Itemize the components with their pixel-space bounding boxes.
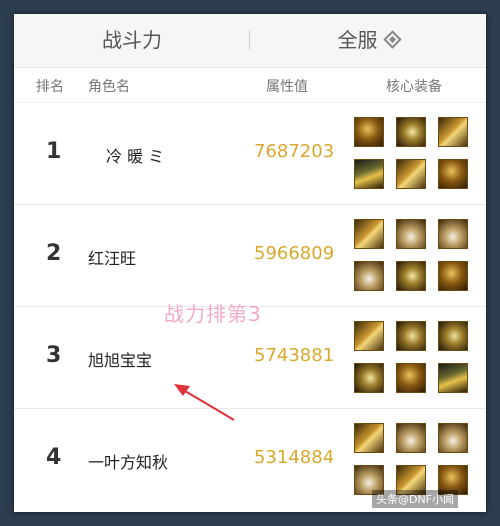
annotation-label: 战力排第3 — [164, 302, 262, 326]
gear-icon[interactable] — [354, 219, 384, 249]
rank-number: 2 — [46, 241, 62, 266]
col-rank: 排名 — [36, 79, 64, 95]
gear-icon[interactable] — [396, 159, 426, 189]
gear-icon[interactable] — [354, 363, 384, 393]
ranking-panel: 战斗力 全服 排名 角色名 属性值 核心装备 1 冷 暖 ミ 7687203 2… — [14, 14, 486, 512]
gear-icon[interactable] — [438, 261, 468, 291]
gear-icon[interactable] — [438, 423, 468, 453]
gear-icon[interactable] — [354, 159, 384, 189]
gear-icon[interactable] — [438, 117, 468, 147]
gear-icon[interactable] — [354, 261, 384, 291]
gear-grid — [354, 117, 470, 193]
tab-combat-power[interactable]: 战斗力 — [14, 14, 250, 67]
gear-grid — [354, 321, 470, 397]
character-name[interactable]: 旭旭宝宝 — [88, 347, 152, 371]
col-name: 角色名 — [88, 79, 130, 95]
rank-number: 3 — [46, 343, 62, 368]
rank-number: 4 — [46, 445, 62, 470]
gear-icon[interactable] — [354, 423, 384, 453]
gear-icon[interactable] — [438, 219, 468, 249]
character-name[interactable]: 冷 暖 ミ — [106, 143, 164, 167]
gear-grid — [354, 219, 470, 295]
gear-grid — [354, 423, 470, 499]
character-name[interactable]: 一叶方知秋 — [88, 449, 168, 473]
dropdown-diamond-icon — [382, 30, 402, 49]
power-value: 7687203 — [254, 141, 335, 162]
source-watermark: 头条@DNF小闻 — [371, 490, 458, 508]
tab-bar: 战斗力 全服 — [14, 14, 486, 68]
rank-number: 1 — [46, 139, 62, 164]
table-row[interactable]: 1 冷 暖 ミ 7687203 — [14, 103, 486, 205]
tab-server-label: 全服 — [337, 28, 378, 52]
power-value: 5314884 — [254, 447, 335, 468]
gear-icon[interactable] — [354, 117, 384, 147]
gear-icon[interactable] — [396, 117, 426, 147]
character-name[interactable]: 红汪旺 — [88, 245, 136, 269]
power-value: 5743881 — [254, 345, 335, 366]
gear-icon[interactable] — [438, 363, 468, 393]
gear-icon[interactable] — [354, 321, 384, 351]
gear-icon[interactable] — [396, 261, 426, 291]
gear-icon[interactable] — [438, 159, 468, 189]
gear-icon[interactable] — [396, 363, 426, 393]
gear-icon[interactable] — [396, 219, 426, 249]
col-gear: 核心装备 — [386, 79, 442, 95]
tab-server-select[interactable]: 全服 — [250, 14, 486, 67]
arrow-icon — [174, 384, 235, 421]
col-power: 属性值 — [266, 79, 308, 95]
table-row[interactable]: 2 红汪旺 5966809 — [14, 205, 486, 307]
power-value: 5966809 — [254, 243, 335, 264]
gear-icon[interactable] — [396, 423, 426, 453]
gear-icon[interactable] — [396, 321, 426, 351]
gear-icon[interactable] — [438, 321, 468, 351]
column-header: 排名 角色名 属性值 核心装备 — [14, 68, 486, 103]
